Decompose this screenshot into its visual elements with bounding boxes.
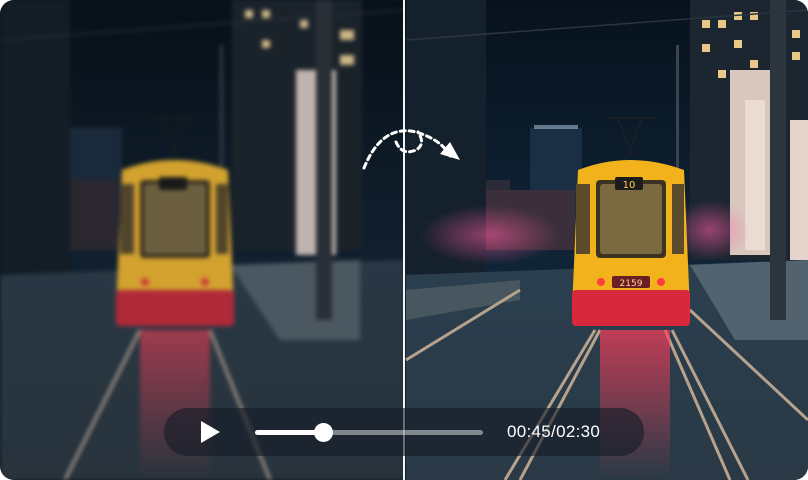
seek-bar[interactable] bbox=[255, 423, 483, 442]
seek-progress bbox=[255, 430, 324, 435]
video-comparison-frame: 10 2159 bbox=[0, 0, 808, 480]
time-display: 00:45/02:30 bbox=[507, 422, 601, 441]
play-icon[interactable] bbox=[198, 420, 222, 444]
video-player-controls: 00:45/02:30 bbox=[164, 408, 644, 456]
compare-arrow-icon bbox=[362, 129, 460, 170]
seek-handle[interactable] bbox=[314, 423, 334, 442]
